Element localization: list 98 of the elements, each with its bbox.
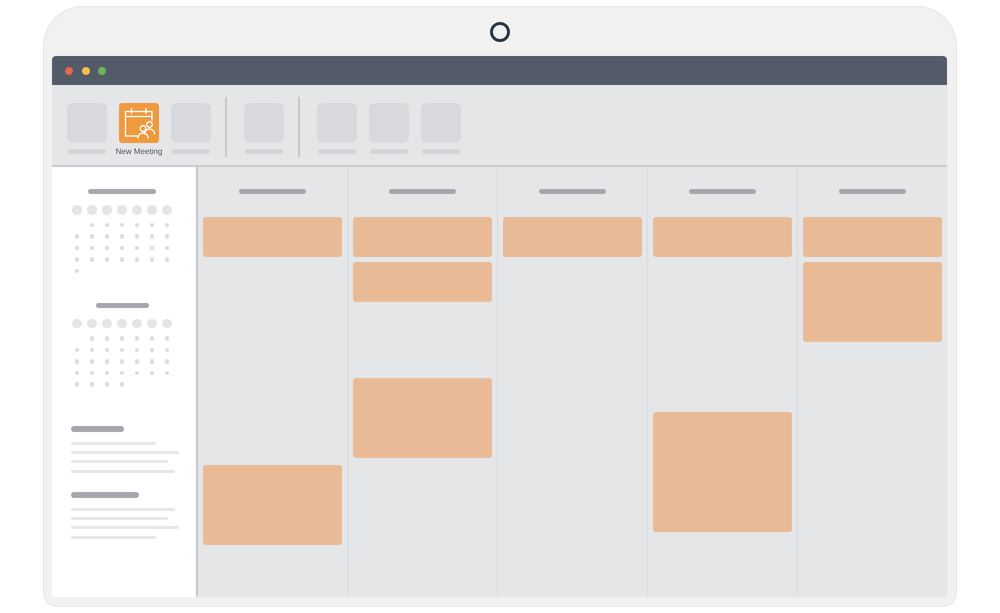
weekday-dot-icon [87,318,97,328]
day-dot-icon[interactable] [164,257,170,262]
day-dot-icon[interactable] [74,359,80,364]
day-dot-icon[interactable] [120,234,124,238]
day-dot-icon[interactable] [134,370,140,375]
event-block[interactable] [353,262,492,302]
day-dot-icon[interactable] [90,348,94,352]
day-dot-icon[interactable] [104,257,110,262]
day-heading-placeholder [539,189,606,194]
day-heading-placeholder [689,189,756,194]
event-block[interactable] [653,217,792,257]
new-meeting-button[interactable]: New Meeting [114,103,164,157]
weekday-dot-icon [72,318,82,328]
day-dot-icon[interactable] [164,370,170,375]
day-dot-icon[interactable] [90,234,94,238]
day-dot-icon[interactable] [120,348,124,352]
day-dot-icon[interactable] [120,257,124,262]
day-dot-icon[interactable] [150,336,154,340]
day-dot-icon[interactable] [134,222,140,227]
day-dot-icon[interactable] [90,359,94,364]
day-dot-icon[interactable] [134,348,140,352]
day-dot-icon[interactable] [120,336,124,340]
day-dot-icon[interactable] [74,382,80,386]
day-dot-icon[interactable] [164,336,170,340]
day-dot-icon[interactable] [134,359,140,364]
day-dot-icon[interactable] [164,234,170,238]
day-dot-icon[interactable] [74,234,80,238]
weekday-dot-icon [132,205,142,215]
day-dot-icon[interactable] [90,336,94,340]
event-block[interactable] [803,217,942,257]
weekday-dot-icon [147,205,157,215]
event-block[interactable] [353,378,492,458]
day-dot-icon[interactable] [120,222,124,227]
weekday-dot-icon [87,205,97,215]
day-dot-icon[interactable] [150,348,154,352]
day-dot-icon[interactable] [150,222,154,227]
day-dot-icon[interactable] [90,370,94,375]
weekday-dot-icon [102,318,112,328]
event-block[interactable] [203,217,342,257]
weekday-dot-icon [162,318,172,328]
weekday-dot-icon [147,318,157,328]
day-dot-icon[interactable] [164,246,170,250]
day-dot-icon[interactable] [104,234,110,238]
camera-icon [490,22,510,42]
day-dot-icon[interactable] [150,234,154,238]
day-dot-icon[interactable] [150,359,154,364]
calendar-people-icon [119,103,159,143]
weekday-dot-icon [162,205,172,215]
day-dot-icon[interactable] [150,370,154,375]
day-dot-icon[interactable] [134,336,140,340]
day-dot-icon[interactable] [134,234,140,238]
day-dot-icon[interactable] [150,246,154,250]
event-block[interactable] [203,465,342,545]
day-heading-placeholder [389,189,456,194]
day-dot-icon[interactable] [104,370,110,375]
weekday-dot-icon [72,205,82,215]
day-dot-icon[interactable] [164,348,170,352]
event-block[interactable] [653,412,792,532]
day-dot-icon[interactable] [74,370,80,375]
day-dot-icon[interactable] [134,246,140,250]
day-dot-icon[interactable] [74,257,80,262]
day-dot-icon[interactable] [134,257,140,262]
weekday-dot-icon [117,205,127,215]
day-dot-icon[interactable] [104,382,110,386]
window-control-icon[interactable] [98,66,106,74]
weekday-dot-icon [117,318,127,328]
day-dot-icon[interactable] [74,246,80,250]
heading-placeholder [71,426,124,432]
day-dot-icon[interactable] [104,348,110,352]
day-dot-icon[interactable] [120,370,124,375]
event-block[interactable] [503,217,642,257]
day-dot-icon[interactable] [104,246,110,250]
day-dot-icon[interactable] [150,257,154,262]
day-dot-icon[interactable] [104,359,110,364]
day-dot-icon[interactable] [90,257,94,262]
day-dot-icon[interactable] [90,246,94,250]
day-dot-icon[interactable] [164,222,170,227]
event-block[interactable] [353,217,492,257]
window-control-icon[interactable] [65,66,73,74]
day-dot-icon[interactable] [120,246,124,250]
day-dot-icon[interactable] [74,268,80,273]
weekday-dot-icon [132,318,142,328]
day-dot-icon[interactable] [104,336,110,340]
event-block[interactable] [803,262,942,342]
day-dot-icon[interactable] [164,359,170,364]
day-dot-icon[interactable] [90,382,94,386]
day-dot-icon[interactable] [104,222,110,227]
month-heading-placeholder [96,302,148,308]
day-dot-icon[interactable] [74,348,80,352]
day-heading-placeholder [839,189,906,194]
day-dot-icon[interactable] [120,359,124,364]
day-dot-icon[interactable] [90,222,94,227]
month-heading-placeholder [88,189,156,194]
day-dot-icon[interactable] [120,382,124,386]
window-control-icon[interactable] [82,66,90,74]
weekday-dot-icon [102,205,112,215]
day-heading-placeholder [239,189,306,194]
heading-placeholder [71,492,139,498]
